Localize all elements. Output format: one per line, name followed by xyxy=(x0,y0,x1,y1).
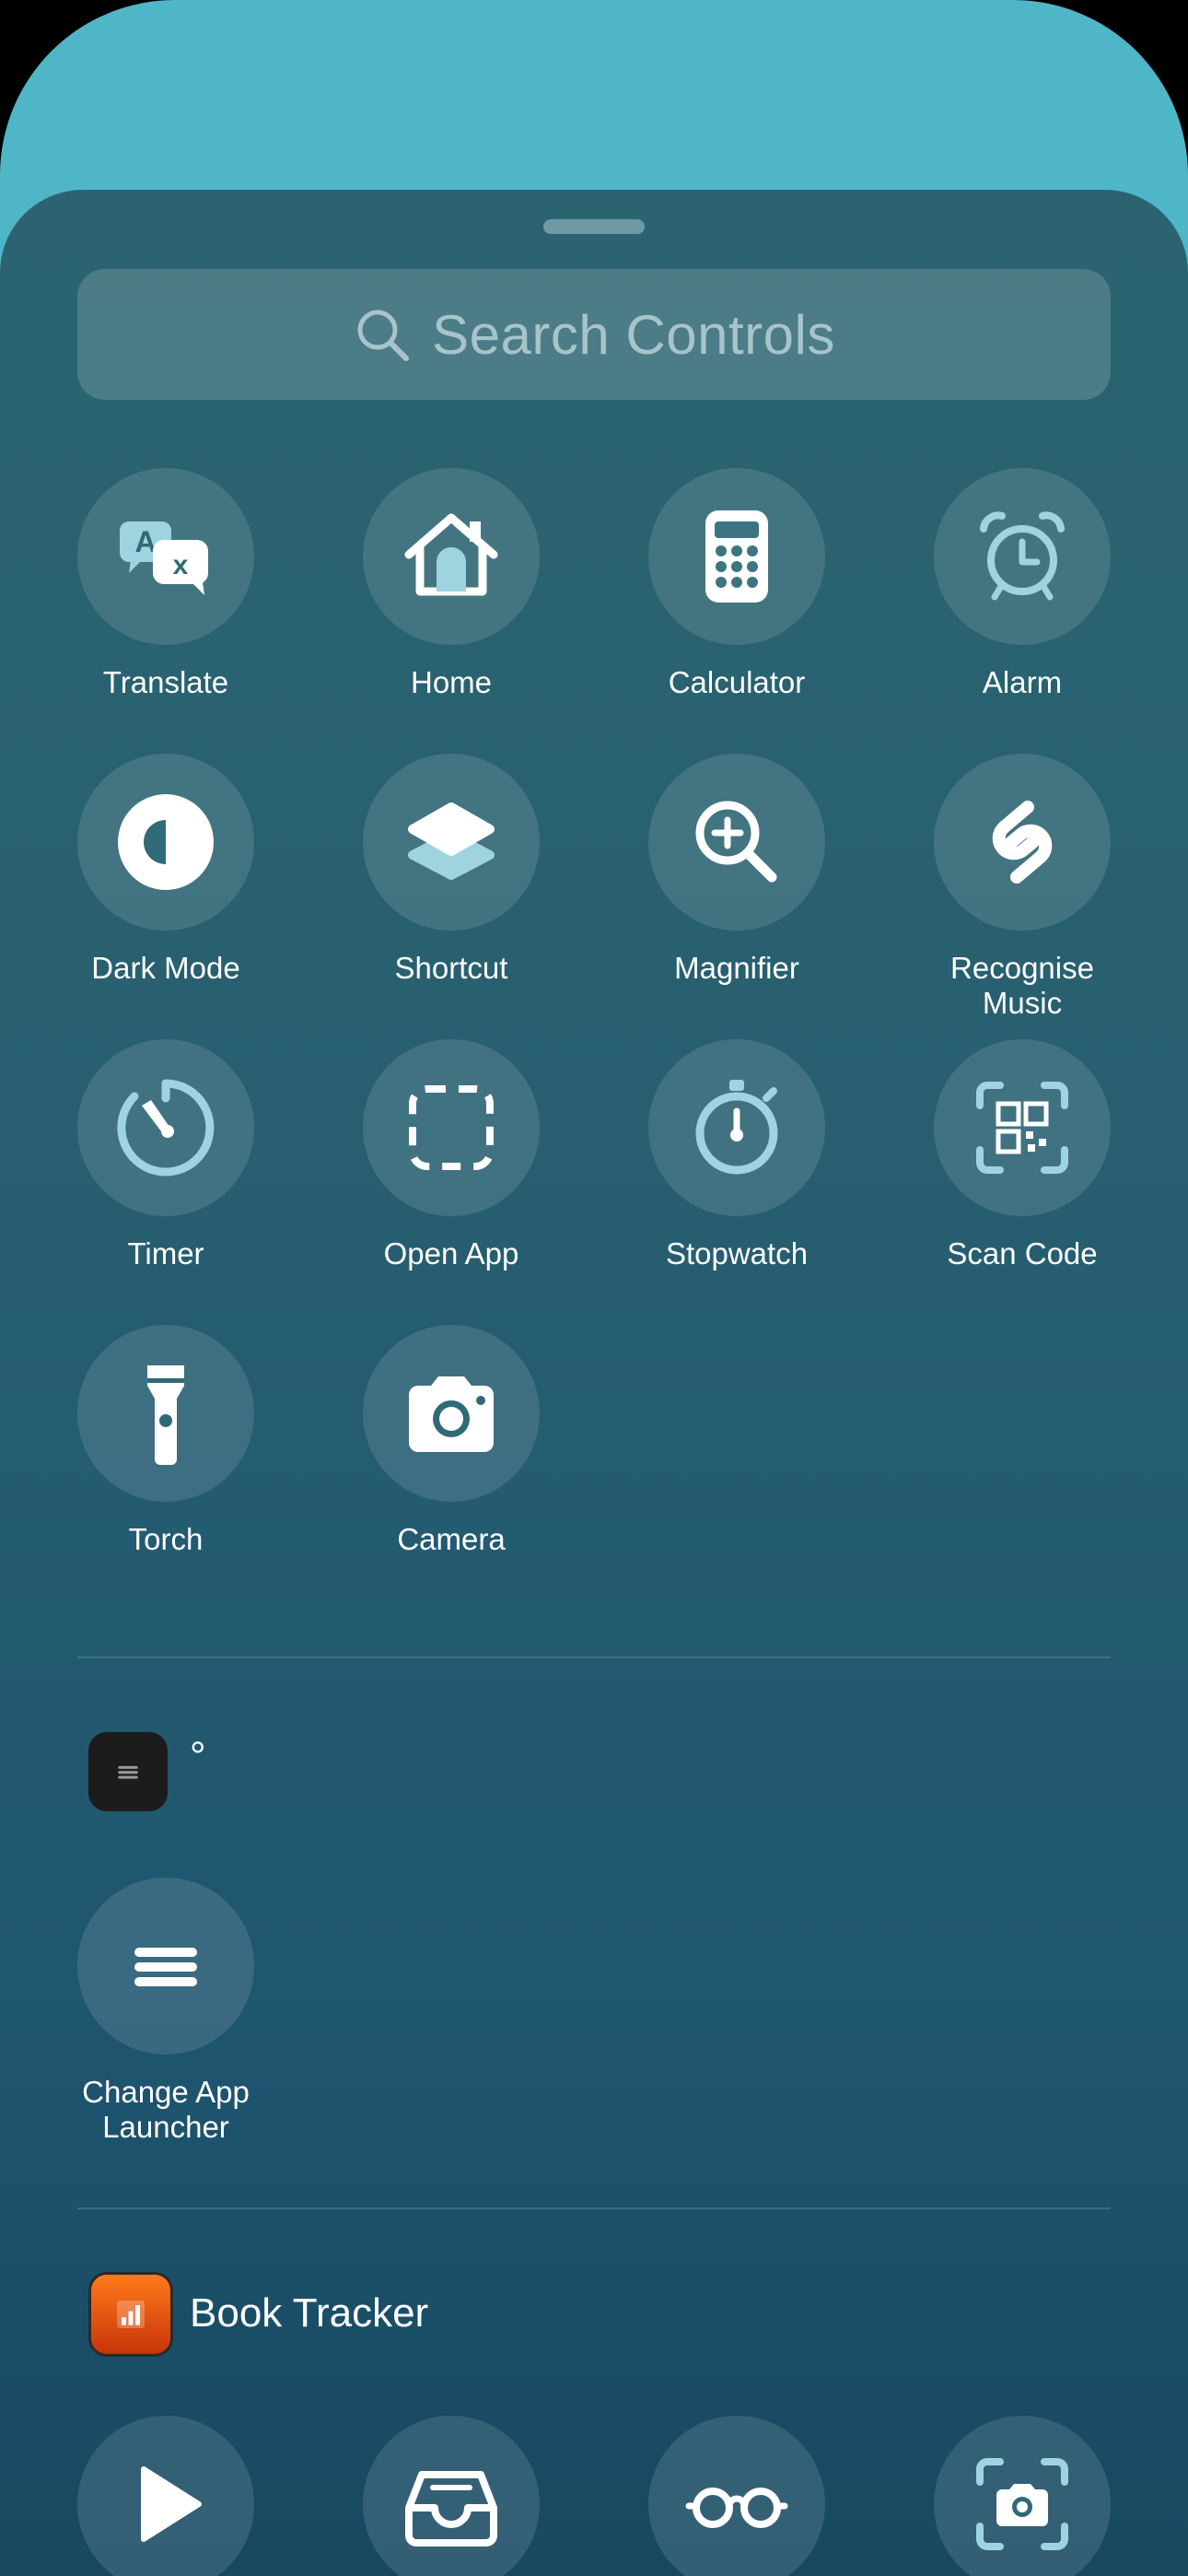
control-book-tracker-reading[interactable] xyxy=(603,2416,870,2576)
search-placeholder: Search Controls xyxy=(432,303,835,366)
control-label: Translate xyxy=(102,665,229,699)
inbox-tray-icon xyxy=(405,2471,497,2547)
timer-icon xyxy=(117,1079,215,1177)
search-field[interactable]: Search Controls xyxy=(77,269,1111,400)
qr-code-icon xyxy=(976,1082,1068,1174)
control-recognise-music[interactable]: Recognise Music xyxy=(889,754,1156,1021)
svg-text:x: x xyxy=(173,550,189,580)
shortcut-icon xyxy=(408,802,495,880)
app-icon-launcher xyxy=(88,1732,168,1811)
control-label: Dark Mode xyxy=(91,951,240,985)
camera-scan-icon xyxy=(976,2458,1068,2550)
calculator-icon xyxy=(705,510,768,603)
control-stopwatch[interactable]: Stopwatch xyxy=(603,1039,870,1271)
control-label: Scan Code xyxy=(947,1236,1098,1270)
control-alarm[interactable]: Alarm xyxy=(889,468,1156,700)
control-dark-mode[interactable]: Dark Mode xyxy=(32,754,299,986)
control-label: Calculator xyxy=(668,665,806,699)
shazam-icon xyxy=(992,801,1053,884)
section-app-name: ° xyxy=(190,1734,206,1779)
control-calculator[interactable]: Calculator xyxy=(603,468,870,700)
magnifier-icon xyxy=(695,801,777,883)
reading-glasses-icon xyxy=(685,2488,788,2528)
control-camera[interactable]: Camera xyxy=(318,1325,585,1557)
alarm-icon xyxy=(980,511,1065,601)
control-label: Change App Launcher xyxy=(82,2075,250,2144)
bar-chart-book-icon xyxy=(117,2301,145,2328)
control-label: Open App xyxy=(383,1236,519,1270)
control-scan-code[interactable]: Scan Code xyxy=(889,1039,1156,1271)
menu-lines-icon xyxy=(118,1765,138,1779)
home-icon xyxy=(404,513,498,596)
section-divider xyxy=(77,2207,1111,2209)
control-label: Torch xyxy=(128,1522,204,1556)
control-change-app-launcher[interactable]: Change App Launcher xyxy=(32,1878,299,2145)
control-label: Timer xyxy=(127,1236,204,1270)
controls-gallery-sheet: Search Controls A x Translate Home Calcu… xyxy=(0,190,1188,2576)
search-icon xyxy=(357,310,410,361)
control-home[interactable]: Home xyxy=(318,468,585,700)
menu-lines-icon xyxy=(134,1948,197,1986)
control-translate[interactable]: A x Translate xyxy=(32,468,299,700)
translate-icon: A x xyxy=(120,521,208,595)
control-open-app[interactable]: Open App xyxy=(318,1039,585,1271)
control-book-tracker-scan[interactable] xyxy=(889,2416,1156,2576)
control-timer[interactable]: Timer xyxy=(32,1039,299,1271)
control-label: Camera xyxy=(397,1522,506,1556)
flashlight-icon xyxy=(147,1365,184,1465)
control-magnifier[interactable]: Magnifier xyxy=(603,754,870,986)
sheet-grabber[interactable] xyxy=(543,219,645,234)
control-label: Home xyxy=(410,665,493,699)
app-icon-book-tracker xyxy=(88,2272,173,2357)
control-torch[interactable]: Torch xyxy=(32,1325,299,1557)
control-book-tracker-play[interactable] xyxy=(32,2416,299,2576)
control-label: Recognise Music xyxy=(950,951,1094,1020)
control-label: Stopwatch xyxy=(665,1236,809,1270)
control-shortcut[interactable]: Shortcut xyxy=(318,754,585,986)
stopwatch-icon xyxy=(695,1080,778,1175)
control-label: Alarm xyxy=(982,665,1063,699)
open-app-icon xyxy=(409,1085,494,1170)
dark-mode-icon xyxy=(118,794,214,890)
control-label: Shortcut xyxy=(394,951,508,985)
section-app-name: Book Tracker xyxy=(190,2290,429,2336)
section-divider xyxy=(77,1657,1111,1658)
play-icon xyxy=(141,2466,202,2542)
control-label: Magnifier xyxy=(674,951,799,985)
camera-icon xyxy=(409,1376,494,1452)
control-book-tracker-inbox[interactable] xyxy=(318,2416,585,2576)
